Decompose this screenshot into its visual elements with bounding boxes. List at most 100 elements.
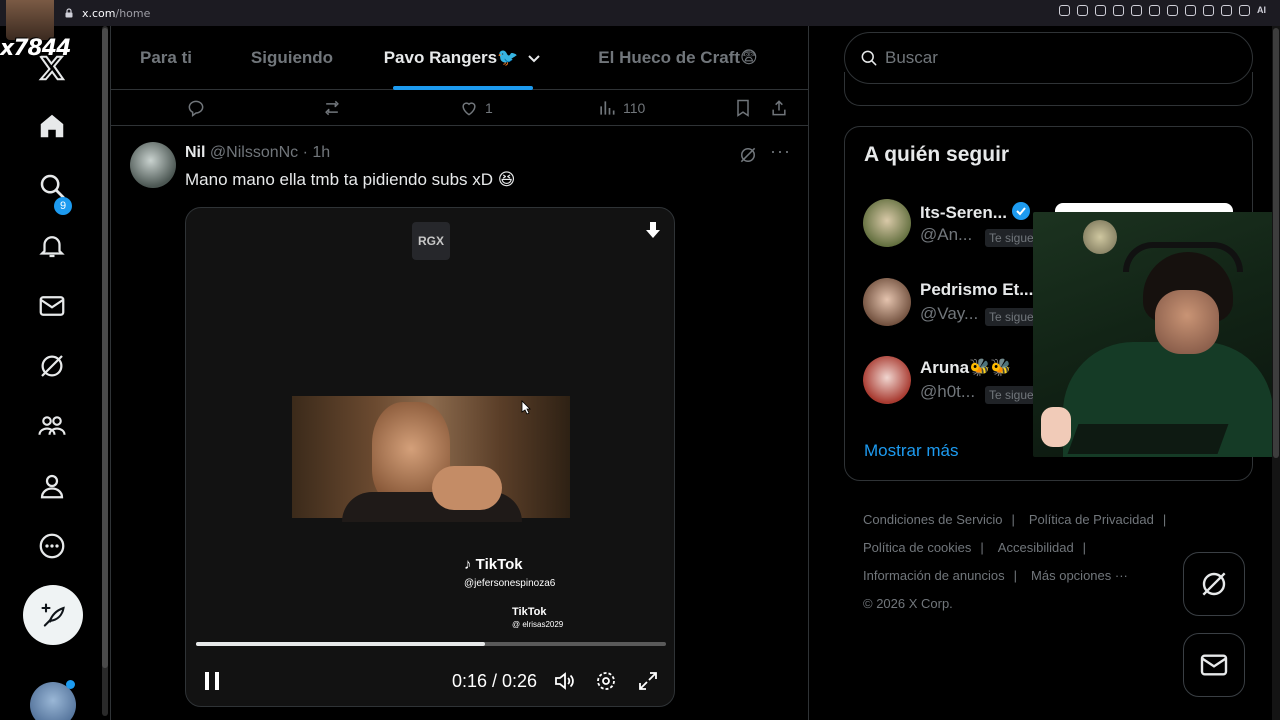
feather-plus-icon xyxy=(41,603,65,627)
video-hand xyxy=(432,466,502,510)
streamer-overlay-face xyxy=(6,0,54,40)
pause-icon xyxy=(205,672,219,690)
copyright: © 2026 X Corp. xyxy=(863,596,953,611)
tab-pavo-rangers[interactable]: Pavo Rangers🐦 xyxy=(363,26,563,90)
follows-you-badge: Te sigue xyxy=(985,386,1038,404)
terms-link[interactable]: Condiciones de Servicio xyxy=(863,512,1002,527)
more-options-link[interactable]: Más opciones ··· xyxy=(1031,568,1128,583)
extensions-area: AI xyxy=(1059,5,1266,16)
author-handle[interactable]: @NilssonNc xyxy=(210,144,298,161)
url-host: x.com xyxy=(82,6,116,20)
edit-icon[interactable] xyxy=(1239,5,1250,16)
ai-button[interactable]: AI xyxy=(1257,5,1266,16)
webcam-overlay xyxy=(1033,212,1280,457)
grok-icon xyxy=(1202,572,1226,596)
tiktok-watermark-2: TikTok xyxy=(512,606,547,618)
post[interactable]: Nil @NilssonNc · 1h ··· Mano mano ella t… xyxy=(111,127,808,720)
account-icon[interactable] xyxy=(1203,5,1214,16)
zoom-icon[interactable] xyxy=(1059,5,1070,16)
fullscreen-button[interactable] xyxy=(636,666,660,696)
webcam-keyboard xyxy=(1067,424,1229,454)
grok-explain-icon[interactable] xyxy=(738,145,758,165)
feed-scrollbar-thumb[interactable] xyxy=(102,28,108,668)
author-name[interactable]: Nil xyxy=(185,144,205,161)
mute-button[interactable] xyxy=(552,666,576,696)
compose-post-button[interactable] xyxy=(23,585,83,645)
views-button[interactable]: 110 xyxy=(597,90,645,126)
feed-scrollbar[interactable] xyxy=(102,26,108,716)
suggestion-handle[interactable]: @An... xyxy=(920,225,972,245)
cookies-link[interactable]: Política de cookies xyxy=(863,540,971,555)
address-bar[interactable]: x.com/home xyxy=(82,7,150,20)
bookmark-icon[interactable] xyxy=(1095,5,1106,16)
url-path: /home xyxy=(115,6,151,20)
download-arrow-icon[interactable] xyxy=(643,220,663,240)
video-progress-bar[interactable] xyxy=(196,642,666,646)
repost-button[interactable] xyxy=(322,90,348,126)
pause-button[interactable] xyxy=(200,666,224,696)
tab-siguiendo[interactable]: Siguiendo xyxy=(221,26,363,90)
suggestion-handle[interactable]: @h0t... xyxy=(920,382,975,402)
post-time[interactable]: · 1h xyxy=(298,144,331,161)
suggestion-name[interactable]: Pedrismo Et... xyxy=(920,280,1033,300)
grok-icon[interactable] xyxy=(36,350,68,382)
like-count: 1 xyxy=(485,100,493,116)
tiktok-watermark-1: ♪ TikTok xyxy=(464,556,523,573)
pin-icon[interactable] xyxy=(1077,5,1088,16)
gear-icon xyxy=(597,672,615,690)
video-time: 0:16 / 0:26 xyxy=(452,670,538,691)
volume-icon xyxy=(555,672,574,690)
video-logo: RGX xyxy=(412,222,450,260)
suggestion-avatar[interactable] xyxy=(863,199,911,247)
page-scrollbar-thumb[interactable] xyxy=(1273,28,1279,458)
home-icon[interactable] xyxy=(36,110,68,142)
search-input[interactable] xyxy=(885,48,1225,68)
video-settings-button[interactable] xyxy=(594,666,618,696)
puzzle-icon[interactable] xyxy=(1185,5,1196,16)
ads-info-link[interactable]: Información de anuncios xyxy=(863,568,1005,583)
chevron-down-icon[interactable] xyxy=(526,50,542,66)
tab-para-ti[interactable]: Para ti xyxy=(111,26,221,90)
grok-floating-button[interactable] xyxy=(1183,552,1245,616)
tab-label: Siguiendo xyxy=(250,48,334,67)
communities-icon[interactable] xyxy=(36,410,68,442)
pocket-icon[interactable] xyxy=(1131,5,1142,16)
notifications-icon[interactable] xyxy=(36,230,68,262)
author-avatar[interactable] xyxy=(130,142,176,188)
messages-floating-button[interactable] xyxy=(1183,633,1245,697)
search-box[interactable] xyxy=(844,32,1253,84)
tab-label: Para ti xyxy=(140,48,192,67)
tab-el-hueco-de-craft[interactable]: El Hueco de Craft😨 xyxy=(563,26,793,90)
suggestion-handle[interactable]: @Vay... xyxy=(920,304,978,324)
show-more-link[interactable]: Mostrar más xyxy=(864,441,958,461)
profile-icon[interactable] xyxy=(36,470,68,502)
download-icon[interactable] xyxy=(1221,5,1232,16)
bookmark-button[interactable] xyxy=(733,90,759,126)
like-button[interactable]: 1 xyxy=(459,90,493,126)
heart-icon xyxy=(462,102,476,116)
page-scrollbar[interactable] xyxy=(1272,26,1280,720)
accessibility-link[interactable]: Accesibilidad xyxy=(998,540,1074,555)
suggestion-avatar[interactable] xyxy=(863,356,911,404)
privacy-link[interactable]: Política de Privacidad xyxy=(1029,512,1154,527)
heart-icon[interactable] xyxy=(1167,5,1178,16)
more-options-button[interactable]: ··· xyxy=(770,141,791,162)
who-to-follow-title: A quién seguir xyxy=(864,143,1010,166)
video-player[interactable]: RGX ♪ TikTok @jefersonespinoza6 TikTok @… xyxy=(185,207,675,707)
reply-button[interactable] xyxy=(186,90,212,126)
shield-icon[interactable] xyxy=(1113,5,1124,16)
video-progress-fill xyxy=(196,642,486,646)
suggestion-name-text: Its-Seren... xyxy=(920,203,1007,222)
footer-separator: | xyxy=(1082,540,1087,555)
more-options-icon[interactable] xyxy=(36,530,68,562)
share-button[interactable] xyxy=(769,90,795,126)
suggestion-name[interactable]: Aruna🐝🐝 xyxy=(920,358,1011,378)
tab-label: Pavo Rangers🐦 xyxy=(383,48,519,67)
analytics-icon xyxy=(600,101,615,115)
messages-icon[interactable] xyxy=(36,290,68,322)
play-icon[interactable] xyxy=(1149,5,1160,16)
suggestion-avatar[interactable] xyxy=(863,278,911,326)
webcam-headphones xyxy=(1123,242,1243,272)
main-timeline: Para ti Siguiendo Pavo Rangers🐦 El Hueco… xyxy=(110,26,809,720)
suggestion-name[interactable]: Its-Seren... xyxy=(920,201,1031,223)
